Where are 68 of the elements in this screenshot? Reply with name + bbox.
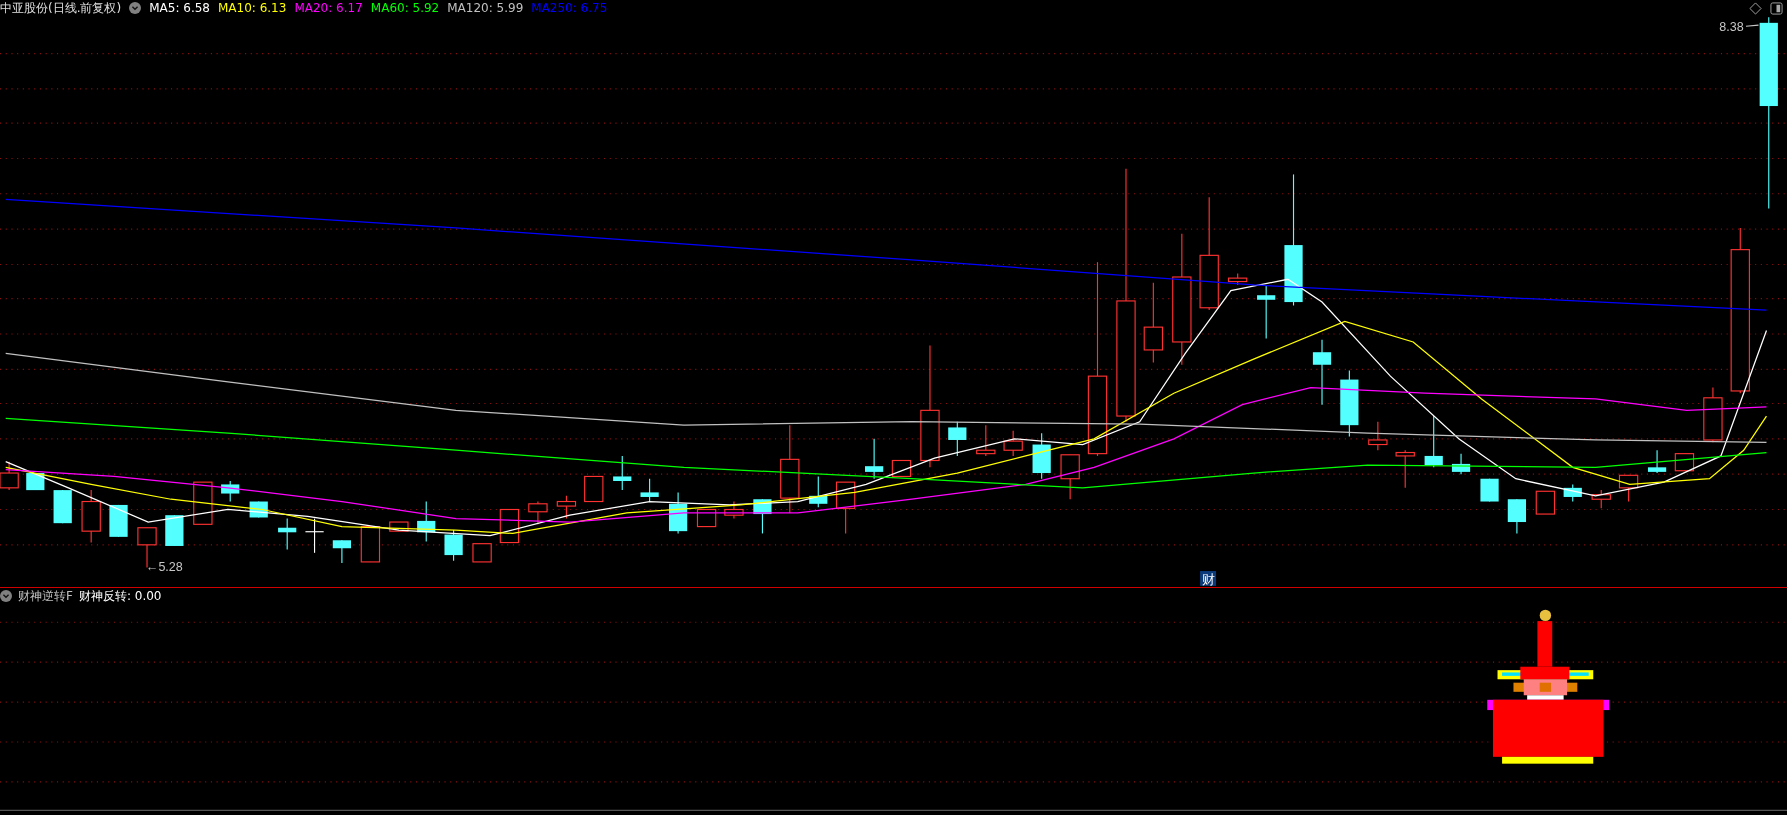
candlestick xyxy=(165,514,184,547)
low-price-label: ←5.28 xyxy=(145,560,183,575)
candlestick xyxy=(472,543,492,563)
candlestick xyxy=(332,539,351,564)
event-marker[interactable]: 财 xyxy=(1200,571,1217,587)
candlestick xyxy=(809,475,828,508)
candlestick xyxy=(1451,453,1471,475)
panel-toggle-icon[interactable] xyxy=(1770,1,1783,15)
candlestick xyxy=(1618,474,1639,503)
candlestick xyxy=(1312,339,1332,406)
high-price-label: 8.38 xyxy=(1719,19,1744,34)
moving-average-value: MA120: 5.99 xyxy=(447,1,524,15)
candlestick xyxy=(1424,415,1443,468)
candlestick xyxy=(584,475,604,503)
candlestick xyxy=(669,491,688,534)
candlestick xyxy=(613,455,632,491)
candlestick xyxy=(1060,454,1080,500)
indicator-title: 财神逆转F xyxy=(18,587,73,605)
candlestick xyxy=(305,518,324,554)
candlestick xyxy=(1257,284,1276,340)
candlestick xyxy=(556,495,577,520)
candlestick xyxy=(193,481,213,525)
candlestick xyxy=(640,478,659,503)
candlestick xyxy=(696,508,717,528)
candlestick xyxy=(865,438,884,480)
candlestick xyxy=(1563,483,1582,503)
moving-average-value: MA20: 6.17 xyxy=(294,1,363,15)
candlestick xyxy=(528,500,548,525)
candlestick xyxy=(1228,273,1248,286)
stock-title: 中亚股份(日线.前复权) xyxy=(0,0,122,17)
dropdown-icon[interactable] xyxy=(129,2,142,14)
indicator-value: 财神反转: 0.00 xyxy=(78,587,162,605)
candlestick xyxy=(389,521,409,532)
candlestick xyxy=(360,526,381,563)
candlestick xyxy=(109,504,128,538)
candlestick xyxy=(499,508,520,544)
candlestick xyxy=(1480,478,1499,503)
candlestick xyxy=(1674,453,1695,472)
dropdown-icon[interactable] xyxy=(0,590,12,602)
candlestick xyxy=(1003,430,1023,457)
candlestick xyxy=(1340,369,1359,438)
leader-line xyxy=(1745,24,1760,27)
moving-average-value: MA5: 6.58 xyxy=(149,1,210,15)
candlestick xyxy=(26,472,45,491)
candlestick xyxy=(1647,449,1667,474)
candlestick xyxy=(948,421,967,457)
candlestick xyxy=(1368,421,1388,451)
candlestick xyxy=(1507,498,1526,534)
candlestick xyxy=(444,529,463,562)
moving-average-value: MA10: 6.13 xyxy=(217,1,287,15)
candlestick xyxy=(724,500,744,520)
candlestick xyxy=(1395,449,1415,489)
candlestick xyxy=(976,424,996,457)
candlestick xyxy=(1032,432,1051,480)
candlestick xyxy=(891,459,912,477)
candlestick xyxy=(221,480,240,503)
candlestick xyxy=(81,489,101,544)
candlestick xyxy=(1703,387,1723,443)
candlestick xyxy=(835,481,856,534)
candlestick xyxy=(753,498,772,534)
candlestick xyxy=(1591,489,1611,509)
diamond-icon[interactable] xyxy=(1749,1,1762,15)
candlestick xyxy=(53,489,72,524)
candlestick xyxy=(417,500,436,542)
candlestick xyxy=(1535,490,1556,515)
moving-average-value: MA250: 6.75 xyxy=(531,1,608,15)
candlestick xyxy=(278,518,297,550)
moving-average-value: MA60: 5.92 xyxy=(370,1,440,15)
